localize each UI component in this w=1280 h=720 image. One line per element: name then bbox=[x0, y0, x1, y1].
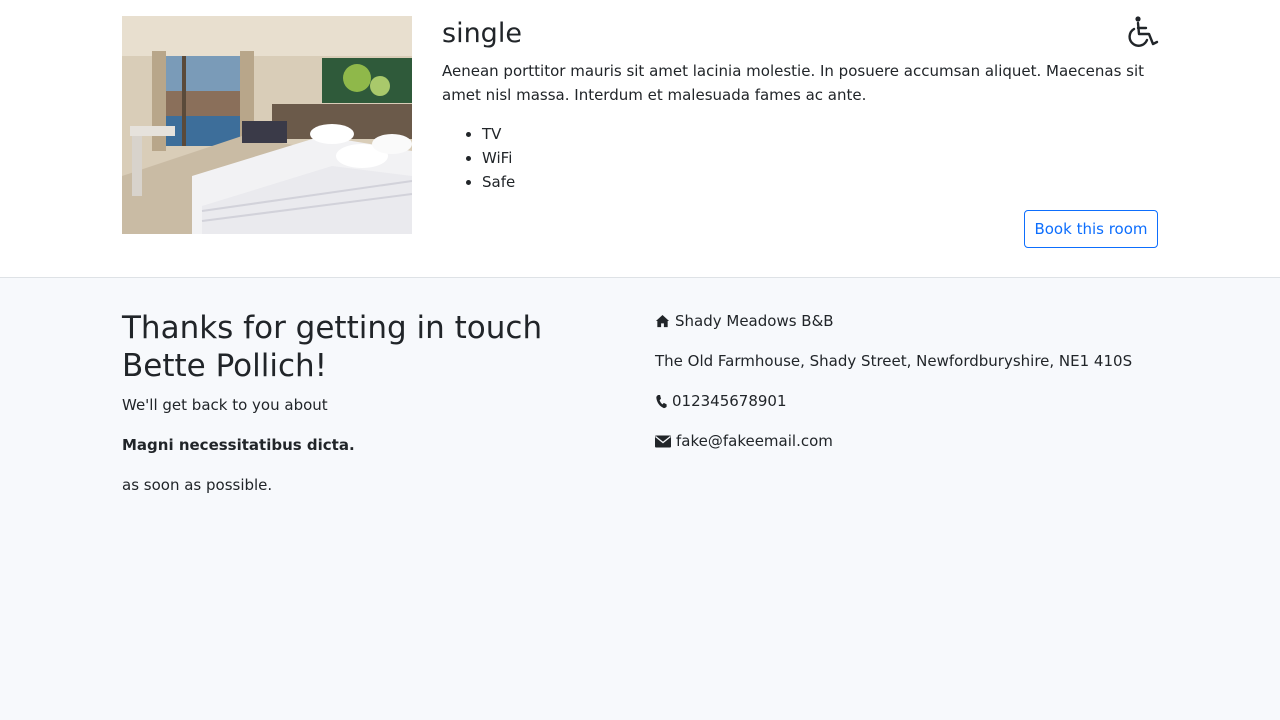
home-icon bbox=[655, 314, 670, 329]
thanks-heading: Thanks for getting in touch Bette Pollic… bbox=[122, 310, 543, 384]
message-intro: We'll get back to you about bbox=[122, 396, 328, 414]
room-features-list: TV WiFi Safe bbox=[482, 122, 515, 194]
business-address: The Old Farmhouse, Shady Street, Newford… bbox=[655, 352, 1133, 370]
phone-icon bbox=[655, 394, 667, 409]
business-phone: 012345678901 bbox=[672, 392, 787, 410]
business-name: Shady Meadows B&B bbox=[675, 312, 834, 330]
business-name-line: Shady Meadows B&B bbox=[655, 311, 834, 331]
message-outro: as soon as possible. bbox=[122, 476, 273, 494]
business-email: fake@fakeemail.com bbox=[676, 432, 833, 450]
feature-item-wifi: WiFi bbox=[482, 146, 515, 170]
wheelchair-icon bbox=[1124, 14, 1160, 50]
message-subject: Magni necessitatibus dicta. bbox=[122, 436, 355, 454]
room-description: Aenean porttitor mauris sit amet lacinia… bbox=[442, 62, 1145, 104]
feature-item-tv: TV bbox=[482, 122, 515, 146]
room-card: single Aenean porttitor mauris sit amet … bbox=[0, 0, 1280, 278]
room-title: single bbox=[442, 18, 522, 49]
envelope-icon bbox=[655, 434, 671, 449]
business-email-line: fake@fakeemail.com bbox=[655, 431, 833, 451]
contact-section: Thanks for getting in touch Bette Pollic… bbox=[0, 278, 1280, 720]
feature-item-safe: Safe bbox=[482, 170, 515, 194]
room-image bbox=[122, 16, 412, 234]
business-address-line: The Old Farmhouse, Shady Street, Newford… bbox=[655, 351, 1132, 371]
book-room-button[interactable]: Book this room bbox=[1024, 210, 1158, 248]
business-phone-line: 012345678901 bbox=[655, 391, 787, 411]
